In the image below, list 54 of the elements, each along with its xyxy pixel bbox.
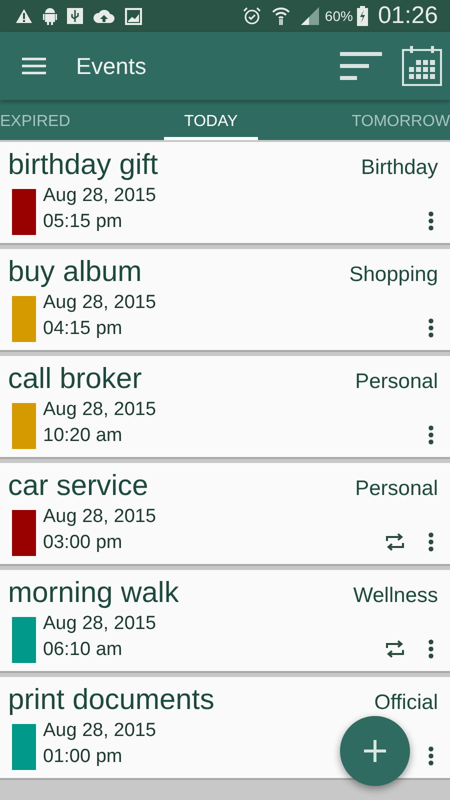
image-icon (125, 8, 142, 24)
event-date: Aug 28, 2015 (43, 291, 156, 315)
menu-icon (22, 57, 46, 75)
event-card[interactable]: morning walk Wellness Aug 28, 2015 06:10 am (0, 570, 450, 673)
warning-icon (15, 8, 33, 24)
event-title: car service (8, 469, 148, 503)
more-icon (428, 318, 434, 338)
sort-button[interactable] (340, 51, 382, 81)
event-time: 06:10 am (43, 638, 124, 662)
plus-icon (363, 739, 387, 763)
sort-icon (340, 51, 382, 81)
battery-percent: 60% (324, 8, 353, 24)
clock-time: 01:26 (378, 2, 438, 30)
event-card[interactable]: call broker Personal Aug 28, 2015 10:20 am (0, 356, 450, 459)
event-title: print documents (8, 683, 214, 717)
event-date: Aug 28, 2015 (43, 719, 156, 743)
event-title: buy album (8, 255, 142, 289)
event-card[interactable]: buy album Shopping Aug 28, 2015 04:15 pm (0, 249, 450, 352)
event-title: call broker (8, 362, 142, 396)
event-date: Aug 28, 2015 (43, 184, 156, 208)
event-category: Birthday (360, 156, 438, 180)
event-time: 10:20 am (43, 424, 124, 448)
event-date: Aug 28, 2015 (43, 612, 156, 636)
event-time: 04:15 pm (43, 317, 124, 341)
event-time: 03:00 pm (43, 531, 124, 555)
event-category: Official (374, 691, 438, 715)
event-card[interactable]: print documents Official Aug 28, 2015 01:00 pm (0, 677, 450, 780)
event-category: Personal (355, 477, 438, 501)
event-title: birthday gift (8, 148, 158, 182)
event-category: Shopping (349, 263, 438, 287)
cloud-upload-icon (93, 9, 115, 23)
more-icon (428, 211, 434, 231)
battery-icon (356, 6, 368, 26)
signal-icon (300, 7, 319, 25)
event-time: 01:00 pm (43, 745, 124, 769)
event-time: 05:15 pm (43, 210, 124, 234)
alarm-icon (242, 7, 261, 25)
event-category: Personal (355, 370, 438, 394)
event-title: morning walk (8, 576, 179, 610)
event-category: Wellness (353, 584, 438, 608)
wifi-icon (270, 6, 291, 26)
robot-icon (43, 7, 57, 25)
more-icon (428, 639, 434, 659)
event-date: Aug 28, 2015 (43, 505, 156, 529)
more-icon (428, 425, 434, 445)
more-icon (428, 746, 434, 766)
calendar-button[interactable] (402, 46, 442, 86)
screen-title: Events (76, 52, 146, 80)
event-card[interactable]: car service Personal Aug 28, 2015 03:00 pm (0, 463, 450, 566)
calendar-icon (402, 46, 442, 86)
event-date: Aug 28, 2015 (43, 398, 156, 422)
menu-button[interactable] (22, 57, 46, 75)
event-card[interactable]: birthday gift Birthday Aug 28, 2015 05:15 pm (0, 142, 450, 245)
more-icon (428, 532, 434, 552)
